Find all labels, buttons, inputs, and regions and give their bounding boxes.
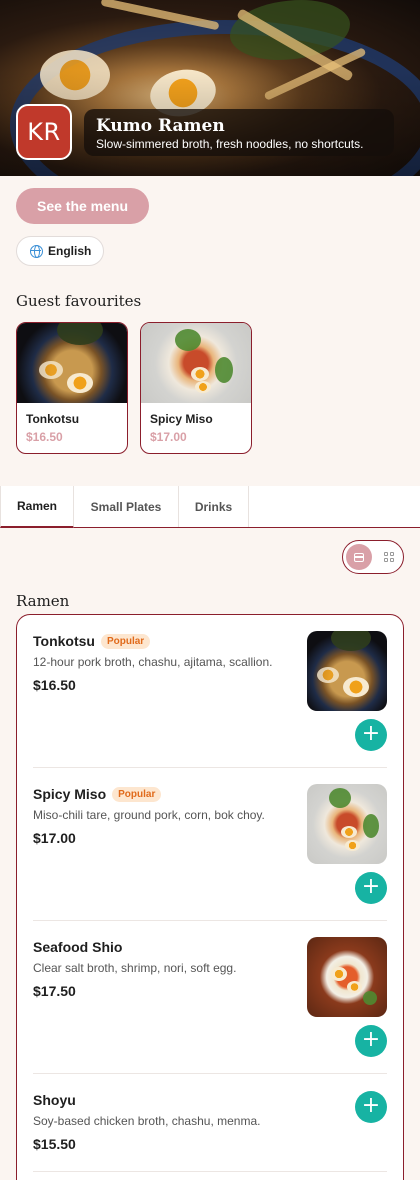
tab-small-plates[interactable]: Small Plates	[74, 486, 179, 527]
favourite-price: $16.50	[26, 430, 63, 444]
item-price: $15.50	[33, 1136, 76, 1152]
popular-badge: Popular	[112, 786, 162, 802]
item-description: Soy-based chicken broth, chashu, menma.	[33, 1114, 261, 1128]
add-button[interactable]: +	[355, 872, 387, 904]
menu-item[interactable]: Shoyu Soy-based chicken broth, chashu, m…	[33, 1092, 387, 1152]
plus-icon: +	[361, 1027, 381, 1052]
language-button[interactable]: English	[16, 236, 104, 266]
tab-drinks[interactable]: Drinks	[179, 486, 249, 527]
tab-ramen[interactable]: Ramen	[0, 486, 74, 528]
favourite-image	[17, 323, 127, 403]
add-button[interactable]: +	[355, 719, 387, 751]
plus-icon: +	[361, 1093, 381, 1118]
favourite-name: Tonkotsu	[26, 412, 80, 426]
item-image	[307, 937, 387, 1017]
favourite-card[interactable]: Spicy Miso $17.00	[140, 322, 252, 454]
item-name: Seafood Shio	[33, 939, 123, 955]
list-view-icon	[354, 552, 364, 562]
grid-view-button[interactable]	[376, 544, 402, 570]
language-label: English	[48, 244, 92, 258]
favourite-image	[141, 323, 251, 403]
plus-icon: +	[361, 721, 381, 746]
grid-view-icon	[384, 552, 394, 562]
view-toggle	[342, 540, 404, 574]
favourite-price: $17.00	[150, 430, 187, 444]
item-name: Shoyu	[33, 1092, 76, 1108]
plus-icon: +	[361, 874, 381, 899]
restaurant-logo: KR	[16, 104, 72, 160]
globe-icon	[30, 244, 43, 258]
restaurant-title-plate: Kumo Ramen Slow-simmered broth, fresh no…	[84, 109, 394, 156]
list-view-button[interactable]	[346, 544, 372, 570]
item-image	[307, 631, 387, 711]
favourites-title: Guest favourites	[16, 292, 142, 310]
item-name: Tonkotsu	[33, 633, 95, 649]
item-name: Spicy Miso	[33, 786, 107, 802]
favourite-card[interactable]: Tonkotsu $16.50	[16, 322, 128, 454]
category-tabs: Ramen Small Plates Drinks	[0, 486, 420, 528]
restaurant-tagline: Slow-simmered broth, fresh noodles, no s…	[96, 137, 364, 151]
add-button[interactable]: +	[355, 1025, 387, 1057]
restaurant-name: Kumo Ramen	[96, 116, 225, 136]
item-image	[307, 784, 387, 864]
favourite-name: Spicy Miso	[150, 412, 213, 426]
see-menu-button[interactable]: See the menu	[16, 188, 149, 224]
popular-badge: Popular	[100, 633, 151, 649]
menu-list: Tonkotsu Popular 12-hour pork broth, chas…	[16, 614, 404, 1180]
section-title: Ramen	[16, 592, 70, 610]
add-button[interactable]: +	[355, 1091, 387, 1123]
